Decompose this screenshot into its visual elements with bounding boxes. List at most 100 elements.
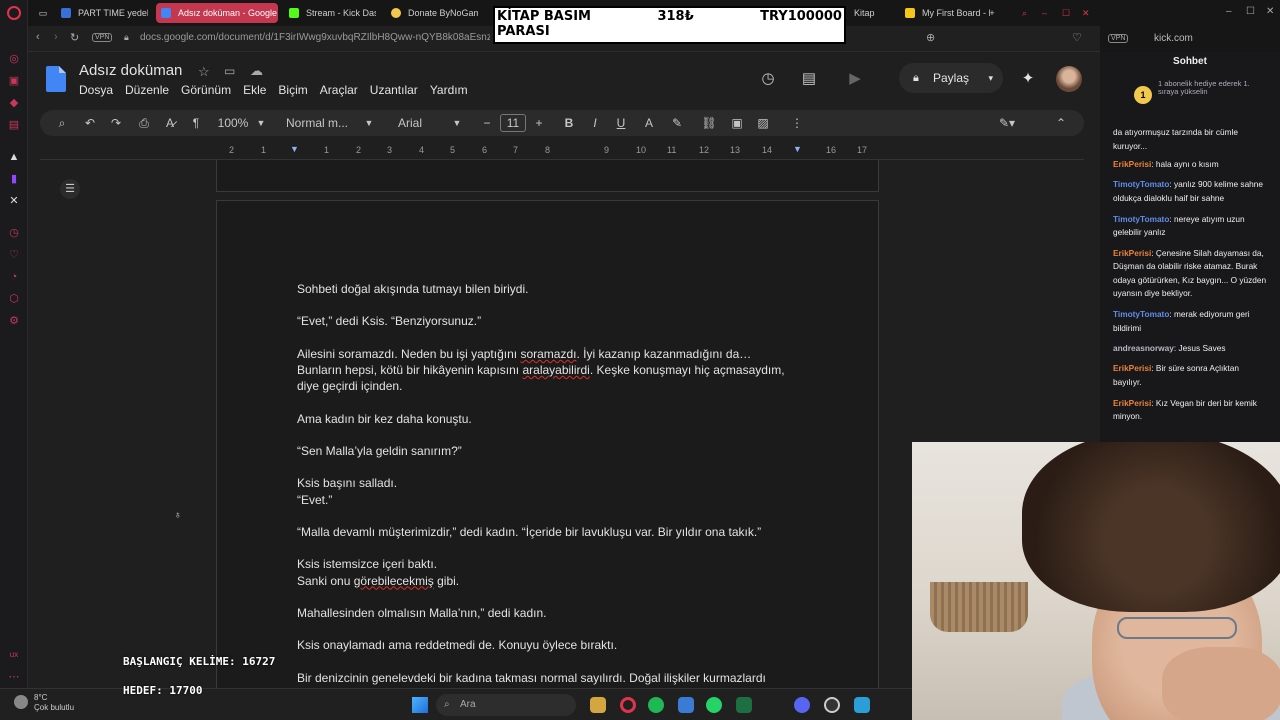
document-outline-icon[interactable]: ☰ bbox=[60, 179, 80, 199]
tab-kitap[interactable]: Kitap bbox=[848, 3, 898, 23]
misspelled-word[interactable]: görebilecekmiş bbox=[354, 574, 434, 588]
docs-logo-icon[interactable] bbox=[46, 66, 66, 92]
clock-icon[interactable]: ◔ bbox=[7, 270, 21, 284]
opera-icon[interactable] bbox=[620, 697, 636, 713]
x-icon[interactable]: ✕ bbox=[7, 194, 21, 208]
back-icon[interactable]: ‹ bbox=[36, 31, 40, 43]
paragraph[interactable]: Bunların hepsi, kötü bir hikâyenin kapıs… bbox=[297, 362, 817, 394]
weather-widget[interactable]: 8°C Çok bulutlu bbox=[34, 693, 74, 713]
search-menu-icon[interactable]: ⌕ bbox=[52, 113, 72, 133]
highlight-icon[interactable]: ✎ bbox=[668, 113, 686, 133]
bookmark-icon[interactable]: ♡ bbox=[7, 248, 21, 262]
whatsapp-icon[interactable] bbox=[706, 697, 722, 713]
paint-format-icon[interactable]: ¶ bbox=[186, 113, 206, 133]
menu-duzenle[interactable]: Düzenle bbox=[125, 83, 169, 97]
new-tab-button[interactable]: + bbox=[984, 3, 1000, 23]
font-select[interactable]: Arial bbox=[398, 113, 428, 133]
bookmark-page-icon[interactable]: ♡ bbox=[1072, 31, 1082, 44]
zoom-select[interactable]: 100% bbox=[214, 113, 252, 133]
extensions-icon[interactable]: ⬡ bbox=[7, 292, 21, 306]
menu-araclar[interactable]: Araçlar bbox=[320, 83, 358, 97]
ruler[interactable]: 2 1 ▼ 1 2 3 4 5 6 7 8 9 10 11 12 13 14 ▼… bbox=[216, 144, 879, 158]
add-comment-icon[interactable]: ▣ bbox=[728, 113, 746, 133]
version-history-icon[interactable]: ◷ bbox=[757, 68, 779, 90]
italic-icon[interactable]: I bbox=[586, 113, 604, 133]
messenger-icon[interactable]: ◎ bbox=[7, 52, 21, 66]
paragraph[interactable]: “Sen Malla’yla geldin sanırım?” bbox=[297, 443, 817, 459]
menu-dosya[interactable]: Dosya bbox=[79, 83, 113, 97]
discord-icon[interactable] bbox=[794, 697, 810, 713]
workspace-icon[interactable]: ▭ bbox=[34, 3, 52, 23]
chat-url[interactable]: kick.com bbox=[1154, 33, 1193, 44]
document-title[interactable]: Adsız doküman bbox=[79, 62, 182, 79]
app-icon[interactable] bbox=[678, 697, 694, 713]
menu-gorunum[interactable]: Görünüm bbox=[181, 83, 231, 97]
kick-icon[interactable]: ▲ bbox=[7, 150, 21, 164]
twitch-icon[interactable]: ▮ bbox=[7, 172, 21, 186]
print-icon[interactable]: ⎙ bbox=[134, 113, 154, 133]
paragraph[interactable]: Sohbeti doğal akışında tutmayı bilen bir… bbox=[297, 281, 817, 297]
instagram-icon[interactable]: ▣ bbox=[7, 74, 21, 88]
app-icon-2[interactable] bbox=[854, 697, 870, 713]
undo-icon[interactable]: ↶ bbox=[80, 113, 100, 133]
paragraph[interactable]: Ksis başını salladı. bbox=[297, 475, 817, 491]
editing-mode-icon[interactable]: ✎▾ bbox=[992, 113, 1022, 133]
menu-ekle[interactable]: Ekle bbox=[243, 83, 266, 97]
misspelled-word[interactable]: soramazdı bbox=[520, 347, 576, 361]
paragraph[interactable]: “Evet.” bbox=[297, 492, 817, 508]
paragraph[interactable]: Mahallesinden olmalısın Malla’nın,” dedi… bbox=[297, 605, 817, 621]
menu-bicim[interactable]: Biçim bbox=[278, 83, 307, 97]
redo-icon[interactable]: ↷ bbox=[106, 113, 126, 133]
indent-marker-icon[interactable]: ▼ bbox=[290, 144, 299, 154]
comments-icon[interactable]: ▤ bbox=[798, 68, 820, 90]
more-options-icon[interactable]: ⋮ bbox=[788, 113, 806, 133]
file-explorer-icon[interactable] bbox=[590, 697, 606, 713]
gift-banner[interactable]: 1 1 abonelik hediye ederek 1. sıraya yük… bbox=[1108, 80, 1272, 112]
opera-logo-icon[interactable] bbox=[7, 6, 21, 20]
menu-dots-icon[interactable]: ⋯ bbox=[7, 670, 21, 684]
vpn-badge[interactable]: VPN bbox=[1108, 34, 1129, 43]
spellcheck-icon[interactable]: A̷ bbox=[160, 113, 180, 133]
paragraph[interactable]: Sanki onu görebilecekmiş gibi. bbox=[297, 573, 817, 589]
vpn-badge[interactable]: VPN bbox=[92, 33, 113, 42]
share-button[interactable]: 🔒︎ Paylaş ▾ bbox=[899, 63, 1003, 93]
link-icon[interactable]: ⛓ bbox=[700, 113, 718, 133]
menu-yardim[interactable]: Yardım bbox=[430, 83, 468, 97]
maximize-icon[interactable]: ☐ bbox=[1246, 6, 1255, 17]
mail-icon[interactable]: ▤ bbox=[7, 118, 21, 132]
font-size-input[interactable]: 11 bbox=[500, 114, 526, 132]
maximize-icon[interactable]: ☐ bbox=[1062, 3, 1078, 23]
text-color-icon[interactable]: A bbox=[640, 113, 658, 133]
settings-icon[interactable]: ⚙ bbox=[7, 314, 21, 328]
avatar[interactable] bbox=[1056, 66, 1082, 92]
more-icon[interactable]: ux bbox=[7, 648, 21, 662]
menu-uzantilar[interactable]: Uzantılar bbox=[370, 83, 418, 97]
indent-marker-icon[interactable]: ▼ bbox=[793, 144, 802, 154]
tab-miro[interactable]: My First Board - M bbox=[900, 3, 990, 23]
search-tabs-icon[interactable]: ⌕ bbox=[1022, 3, 1038, 23]
obs-icon[interactable] bbox=[824, 697, 840, 713]
minimize-icon[interactable]: – bbox=[1226, 6, 1232, 17]
paragraph[interactable]: “Evet,” dedi Ksis. “Benziyorsunuz.” bbox=[297, 313, 817, 329]
close-window-icon[interactable]: ✕ bbox=[1082, 3, 1098, 23]
windows-start-icon[interactable] bbox=[412, 697, 428, 713]
close-icon[interactable]: ✕ bbox=[1266, 6, 1274, 17]
history-icon[interactable]: ◷ bbox=[7, 226, 21, 240]
tab-part-time[interactable]: PART TIME yedek bbox=[56, 3, 148, 23]
misspelled-word[interactable]: aralayabilirdi bbox=[522, 363, 589, 377]
increase-size-icon[interactable]: + bbox=[530, 113, 548, 133]
cloud-status-icon[interactable]: ☁ bbox=[250, 63, 263, 79]
previous-page[interactable] bbox=[216, 160, 879, 192]
zoom-icon[interactable]: ⊕ bbox=[926, 31, 935, 44]
collapse-toolbar-icon[interactable]: ⌃ bbox=[1052, 113, 1070, 133]
bold-icon[interactable]: B bbox=[560, 113, 578, 133]
paragraph[interactable]: Ama kadın bir kez daha konuştu. bbox=[297, 411, 817, 427]
paragraph[interactable]: Ksis istemsizce içeri baktı. bbox=[297, 556, 817, 572]
paragraph[interactable]: Ksis onaylamadı ama reddetmedi de. Konuy… bbox=[297, 637, 817, 653]
document-page[interactable]: Sohbeti doğal akışında tutmayı bilen bir… bbox=[216, 200, 879, 700]
minimize-icon[interactable]: – bbox=[1042, 3, 1058, 23]
tab-kick[interactable]: Stream - Kick Das bbox=[284, 3, 376, 23]
star-icon[interactable]: ☆ bbox=[198, 64, 210, 80]
gemini-icon[interactable]: ✦ bbox=[1017, 68, 1039, 90]
forward-icon[interactable]: › bbox=[54, 31, 58, 43]
